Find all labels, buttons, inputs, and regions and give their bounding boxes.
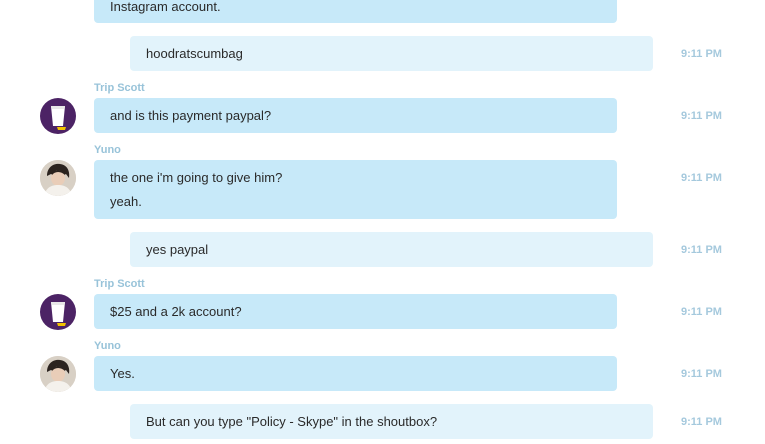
message-bubble[interactable]: the one i'm going to give him? yeah. (94, 160, 617, 219)
message-bubble[interactable]: hoodratscumbag (130, 36, 653, 71)
message-timestamp: 9:11 PM (681, 110, 722, 122)
sender-name[interactable]: Trip Scott (94, 278, 145, 290)
message-text: Yes. (110, 365, 135, 381)
sender-name[interactable]: Yuno (94, 340, 121, 352)
message-text: $25 and a 2k account? (110, 303, 242, 319)
message-timestamp: 9:11 PM (681, 416, 722, 428)
cup-icon (51, 106, 66, 130)
message-text: and is this payment paypal? (110, 107, 272, 123)
message-bubble[interactable]: $25 and a 2k account? (94, 294, 617, 329)
message-bubble[interactable]: But can you type "Policy - Skype" in the… (130, 404, 653, 439)
purple-cup-avatar[interactable] (40, 98, 76, 134)
message-bubble[interactable]: and is this payment paypal? (94, 98, 617, 133)
message-text: yeah. (110, 193, 142, 209)
cup-icon (51, 302, 66, 326)
message-text: hoodratscumbag (146, 45, 243, 61)
sender-name[interactable]: Trip Scott (94, 82, 145, 94)
person-photo-avatar[interactable] (40, 160, 76, 196)
message-timestamp: 9:11 PM (681, 172, 722, 184)
person-icon (40, 356, 76, 392)
message-bubble[interactable]: Yes. (94, 356, 617, 391)
message-timestamp: 9:11 PM (681, 48, 722, 60)
message-timestamp: 9:11 PM (681, 244, 722, 256)
message-text: the one i'm going to give him? (110, 169, 283, 185)
purple-cup-avatar[interactable] (40, 294, 76, 330)
message-text: yes paypal (146, 241, 209, 257)
person-icon (40, 160, 76, 196)
message-text: Instagram account. (110, 0, 221, 14)
message-bubble[interactable]: Instagram account. (94, 0, 617, 23)
message-bubble[interactable]: yes paypal (130, 232, 653, 267)
sender-name[interactable]: Yuno (94, 144, 121, 156)
message-text: But can you type "Policy - Skype" in the… (146, 413, 438, 429)
message-timestamp: 9:11 PM (681, 368, 722, 380)
message-timestamp: 9:11 PM (681, 306, 722, 318)
person-photo-avatar[interactable] (40, 356, 76, 392)
